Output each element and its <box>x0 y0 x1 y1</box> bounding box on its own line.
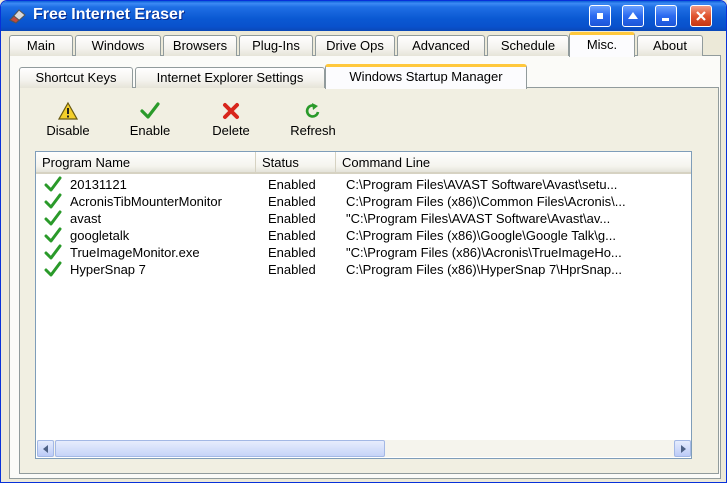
checkmark-icon <box>44 244 62 260</box>
program-command: "C:\Program Files\AVAST Software\Avast\a… <box>346 211 611 226</box>
arrow-up-icon <box>628 12 638 19</box>
tab-advanced[interactable]: Advanced <box>397 35 485 56</box>
checkmark-icon <box>44 261 62 277</box>
program-name: googletalk <box>70 228 130 243</box>
close-icon <box>696 11 706 21</box>
app-window: Free Internet Eraser Main Windows Browse… <box>0 0 727 483</box>
program-command: C:\Program Files (x86)\HyperSnap 7\HprSn… <box>346 262 622 277</box>
program-name: AcronisTibMounterMonitor <box>70 194 222 209</box>
program-status: Enabled <box>268 262 316 277</box>
program-name: 20131121 <box>70 177 127 192</box>
column-program-name[interactable]: Program Name <box>36 152 256 174</box>
list-row[interactable]: TrueImageMonitor.exe Enabled "C:\Program… <box>36 244 691 261</box>
tab-windows[interactable]: Windows <box>75 35 161 56</box>
scroll-left-button[interactable] <box>37 440 54 457</box>
program-status: Enabled <box>268 228 316 243</box>
program-command: C:\Program Files (x86)\Google\Google Tal… <box>346 228 616 243</box>
delete-button[interactable]: Delete <box>204 101 258 138</box>
refresh-icon <box>305 103 320 118</box>
checkmark-icon <box>140 102 160 119</box>
tab-about[interactable]: About <box>637 35 703 56</box>
tab-browsers[interactable]: Browsers <box>163 35 237 56</box>
subtab-ie-settings[interactable]: Internet Explorer Settings <box>135 67 325 88</box>
horizontal-scrollbar[interactable] <box>37 440 691 457</box>
list-row[interactable]: googletalk Enabled C:\Program Files (x86… <box>36 227 691 244</box>
minimize-button[interactable] <box>655 5 677 27</box>
arrow-left-icon <box>42 444 48 453</box>
warning-icon <box>58 101 78 120</box>
program-command: "C:\Program Files (x86)\Acronis\TrueImag… <box>346 245 622 260</box>
program-status: Enabled <box>268 194 316 209</box>
tab-plug-ins[interactable]: Plug-Ins <box>239 35 313 56</box>
title-bar[interactable]: Free Internet Eraser <box>1 1 726 31</box>
disable-label: Disable <box>46 123 90 138</box>
scroll-right-button[interactable] <box>674 440 691 457</box>
tab-drive-ops[interactable]: Drive Ops <box>315 35 395 56</box>
main-tab-strip: Main Windows Browsers Plug-Ins Drive Ops… <box>9 32 721 57</box>
tab-schedule[interactable]: Schedule <box>487 35 569 56</box>
program-name: HyperSnap 7 <box>70 262 146 277</box>
checkmark-icon <box>44 176 62 192</box>
program-command: C:\Program Files (x86)\Common Files\Acro… <box>346 194 626 209</box>
program-name: TrueImageMonitor.exe <box>70 245 200 260</box>
program-status: Enabled <box>268 245 316 260</box>
column-status[interactable]: Status <box>256 152 336 174</box>
minimize-icon <box>662 18 669 21</box>
refresh-button[interactable]: Refresh <box>283 101 343 138</box>
scrollbar-thumb[interactable] <box>55 440 385 457</box>
stay-on-top-button[interactable] <box>622 5 644 27</box>
list-row[interactable]: 20131121 Enabled C:\Program Files\AVAST … <box>36 176 691 193</box>
arrow-right-icon <box>680 444 686 453</box>
list-row[interactable]: avast Enabled "C:\Program Files\AVAST So… <box>36 210 691 227</box>
checkmark-icon <box>44 193 62 209</box>
checkmark-icon <box>44 227 62 243</box>
program-name: avast <box>70 211 102 226</box>
checkmark-icon <box>44 210 62 226</box>
list-row[interactable]: HyperSnap 7 Enabled C:\Program Files (x8… <box>36 261 691 278</box>
enable-button[interactable]: Enable <box>121 101 179 138</box>
list-row[interactable]: AcronisTibMounterMonitor Enabled C:\Prog… <box>36 193 691 210</box>
tab-main[interactable]: Main <box>9 35 73 56</box>
window-title: Free Internet Eraser <box>33 6 185 23</box>
column-command-line[interactable]: Command Line <box>336 152 691 174</box>
subtab-shortcut-keys[interactable]: Shortcut Keys <box>19 67 133 88</box>
enable-label: Enable <box>129 123 171 138</box>
eraser-app-icon <box>9 9 26 24</box>
program-status: Enabled <box>268 211 316 226</box>
subtab-windows-startup-manager[interactable]: Windows Startup Manager <box>325 64 527 89</box>
startup-programs-list[interactable]: Program Name Status Command Line 2013112… <box>35 151 692 459</box>
rollup-icon <box>597 13 603 19</box>
rollup-button[interactable] <box>589 5 611 27</box>
program-command: C:\Program Files\AVAST Software\Avast\se… <box>346 177 618 192</box>
tab-misc[interactable]: Misc. <box>569 32 635 57</box>
close-button[interactable] <box>690 5 712 27</box>
refresh-label: Refresh <box>290 123 336 138</box>
program-status: Enabled <box>268 177 316 192</box>
delete-label: Delete <box>212 123 250 138</box>
sub-tab-strip: Shortcut Keys Internet Explorer Settings… <box>19 64 719 89</box>
red-x-icon <box>223 103 239 119</box>
disable-button[interactable]: Disable <box>39 101 97 138</box>
list-header: Program Name Status Command Line <box>36 152 691 174</box>
